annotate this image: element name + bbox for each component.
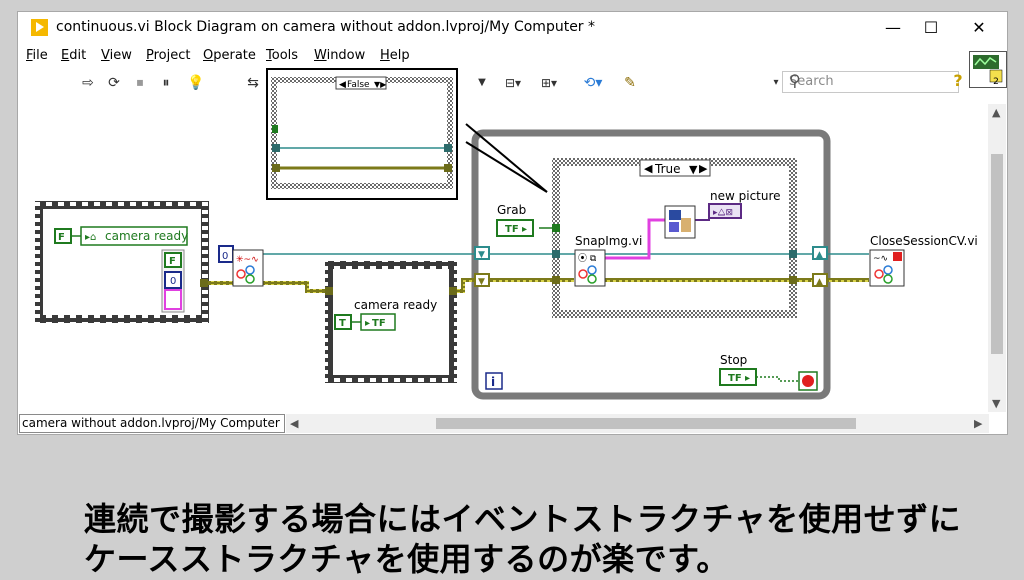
case-false-label: False bbox=[347, 80, 370, 90]
vertical-scrollbar[interactable]: ▲ ▼ bbox=[988, 104, 1006, 412]
svg-text:⦿ ⧉: ⦿ ⧉ bbox=[578, 253, 597, 264]
tunnel bbox=[789, 276, 797, 284]
scroll-down-icon[interactable]: ▼ bbox=[992, 397, 1000, 410]
frame1-numeric: 0 bbox=[170, 276, 176, 287]
snap-label: SnapImg.vi bbox=[575, 234, 642, 248]
grab-q: ? bbox=[553, 227, 558, 237]
stop-tf: TF bbox=[728, 373, 742, 384]
labview-icon bbox=[31, 19, 48, 36]
svg-text:▸⧋⊠: ▸⧋⊠ bbox=[713, 208, 733, 218]
tunnel bbox=[552, 276, 560, 284]
case-left-arrow-icon[interactable]: ◀ bbox=[644, 162, 653, 175]
menu-edit[interactable]: Edit bbox=[61, 48, 86, 63]
svg-text:▲: ▲ bbox=[816, 250, 823, 260]
frame2-bool-label: T bbox=[339, 318, 346, 329]
svg-text:▼: ▼ bbox=[478, 277, 485, 287]
tunnel bbox=[200, 279, 208, 287]
case-right-arrow-icon[interactable]: ▶ bbox=[699, 162, 708, 175]
menu-file[interactable]: File bbox=[26, 48, 48, 63]
menu-window[interactable]: Window bbox=[314, 48, 365, 63]
frame1-camera-ready-label: camera ready bbox=[105, 229, 188, 243]
search-icon[interactable]: ⚲ bbox=[789, 71, 952, 90]
svg-text:~∿: ~∿ bbox=[873, 254, 888, 264]
tunnel bbox=[449, 287, 457, 295]
run-continuously-button[interactable]: ⟳ bbox=[104, 73, 124, 93]
block-diagram-svg: ◀ True ▼ ▶ ▼ ▼ ▲ ▲ F ▸⌂ camera ready F 0… bbox=[35, 123, 978, 400]
abort-button[interactable]: ⏹ bbox=[130, 73, 150, 93]
dropdown-arrow-icon[interactable]: ▼ bbox=[474, 73, 490, 93]
new-picture-label: new picture bbox=[710, 189, 781, 203]
search-dropdown-icon[interactable]: ▾ bbox=[770, 73, 782, 93]
vertical-scroll-thumb[interactable] bbox=[991, 154, 1003, 354]
scroll-up-icon[interactable]: ▲ bbox=[992, 106, 1000, 119]
highlight-execution-button[interactable]: 💡 bbox=[186, 73, 206, 93]
block-diagram-window: continuous.vi Block Diagram on camera wi… bbox=[17, 11, 1008, 435]
vi-icon-graphic: 2 bbox=[973, 55, 1003, 87]
retain-wire-values-button[interactable]: ⇆ bbox=[242, 73, 264, 93]
frame2-camera-ready-label: camera ready bbox=[354, 298, 437, 312]
help-button[interactable]: ? bbox=[948, 71, 968, 93]
frame1-bool-label: F bbox=[58, 232, 65, 243]
reorder-button[interactable]: ⟲▾ bbox=[578, 73, 608, 93]
connector-label: 2 bbox=[993, 77, 999, 87]
minimize-button[interactable]: — bbox=[881, 16, 905, 40]
svg-text:✳~∿: ✳~∿ bbox=[236, 255, 259, 265]
cleanup-diagram-button[interactable]: ✎ bbox=[618, 73, 642, 93]
run-button[interactable]: ⇨ bbox=[78, 73, 98, 93]
tunnel bbox=[325, 287, 333, 295]
menu-bar: File Edit View Project Operate Tools Win… bbox=[18, 45, 1007, 67]
svg-text:▸: ▸ bbox=[365, 318, 370, 329]
project-path-status: camera without addon.lvproj/My Computer bbox=[19, 414, 285, 433]
tunnel bbox=[789, 250, 797, 258]
menu-view[interactable]: View bbox=[101, 48, 132, 63]
frame1-stack-f: F bbox=[169, 256, 176, 267]
horizontal-scroll-thumb[interactable] bbox=[436, 418, 856, 429]
close-button[interactable]: ✕ bbox=[967, 16, 991, 40]
init-numeric: 0 bbox=[222, 251, 228, 262]
horizontal-scrollbar[interactable]: ◀ ▶ bbox=[286, 414, 989, 433]
menu-project[interactable]: Project bbox=[146, 48, 191, 63]
case-dropdown-icon[interactable]: ▼ bbox=[689, 163, 698, 176]
case-true-label: True bbox=[654, 162, 681, 176]
title-bar: continuous.vi Block Diagram on camera wi… bbox=[18, 12, 1007, 44]
scroll-left-icon[interactable]: ◀ bbox=[290, 417, 298, 430]
menu-operate[interactable]: Operate bbox=[203, 48, 256, 63]
grab-label: Grab bbox=[497, 203, 526, 217]
scroll-right-icon[interactable]: ▶ bbox=[974, 417, 982, 430]
svg-text:◀: ◀ bbox=[339, 80, 346, 90]
stop-label: Stop bbox=[720, 353, 747, 367]
caption-line-2: ケースストラクチャを使用するのが楽です。 bbox=[84, 540, 729, 578]
svg-text:▸: ▸ bbox=[745, 373, 750, 384]
svg-text:▸⌂: ▸⌂ bbox=[85, 232, 96, 243]
pause-button[interactable]: ⏸ bbox=[156, 73, 176, 93]
svg-text:▸: ▸ bbox=[522, 224, 527, 235]
search-box[interactable]: Search ⚲ bbox=[782, 71, 959, 93]
frame2-tf: TF bbox=[372, 318, 386, 329]
menu-tools[interactable]: Tools bbox=[266, 48, 298, 63]
tunnel bbox=[552, 250, 560, 258]
svg-text:▲: ▲ bbox=[816, 277, 823, 287]
align-objects-button[interactable]: ⊟▾ bbox=[498, 73, 528, 93]
grab-tf: TF bbox=[505, 224, 519, 235]
svg-text:▼: ▼ bbox=[478, 250, 485, 260]
loop-index: i bbox=[491, 375, 495, 389]
svg-text:▼▶: ▼▶ bbox=[374, 80, 387, 89]
caption-area: 連続で撮影する場合にはイベントストラクチャを使用せずに ケースストラクチャを使用… bbox=[0, 436, 1024, 578]
distribute-objects-button[interactable]: ⊞▾ bbox=[534, 73, 564, 93]
block-diagram-canvas[interactable]: ◀ True ▼ ▶ ▼ ▼ ▲ ▲ F ▸⌂ camera ready F 0… bbox=[19, 104, 987, 412]
menu-help[interactable]: Help bbox=[380, 48, 410, 63]
window-title: continuous.vi Block Diagram on camera wi… bbox=[56, 19, 596, 35]
close-label: CloseSessionCV.vi bbox=[870, 234, 978, 248]
connector-pane-icon[interactable]: 2 bbox=[969, 51, 1007, 88]
callout-inset: ◀ False ▼▶ bbox=[266, 68, 458, 200]
maximize-button[interactable]: ☐ bbox=[919, 16, 943, 40]
